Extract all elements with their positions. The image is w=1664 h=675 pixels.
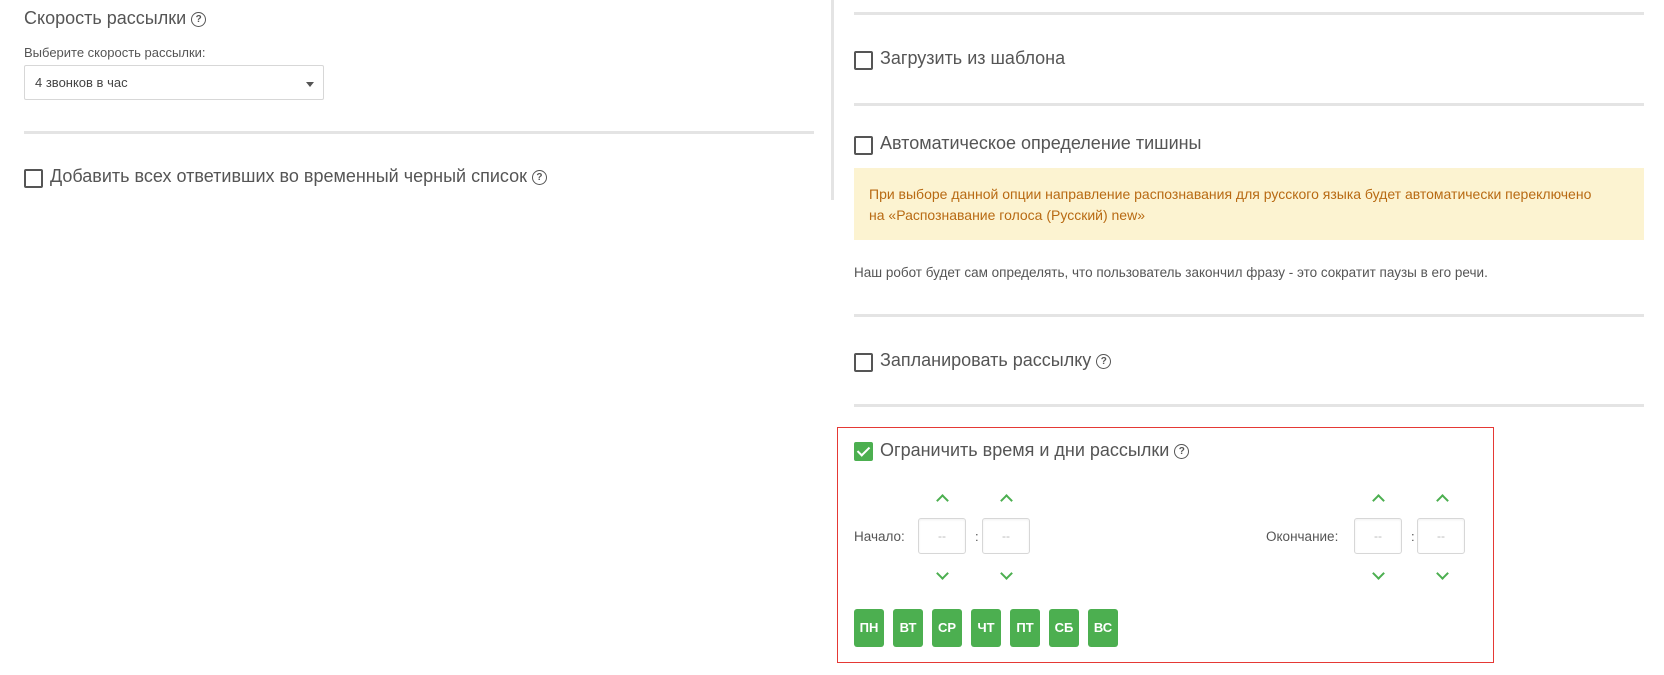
template-checkbox[interactable] (854, 51, 873, 70)
day-button-sun[interactable]: ВС (1088, 609, 1118, 647)
day-button-wed[interactable]: СР (932, 609, 962, 647)
limit-label-text[interactable]: Ограничить время и дни рассылки (880, 440, 1169, 460)
schedule-checkbox[interactable] (854, 353, 873, 372)
end-separator: : (1411, 529, 1415, 544)
help-icon[interactable]: ? (1174, 443, 1190, 459)
end-label: Окончание: (1266, 529, 1339, 544)
start-separator: : (975, 529, 979, 544)
divider (854, 103, 1644, 106)
template-label[interactable]: Загрузить из шаблона (880, 48, 1065, 69)
day-button-tue[interactable]: ВТ (893, 609, 923, 647)
day-button-thu[interactable]: ЧТ (971, 609, 1001, 647)
speed-title-text: Скорость рассылки (24, 8, 187, 28)
alert-line-1: При выборе данной опции направление расп… (869, 186, 1592, 202)
help-icon[interactable]: ? (1096, 353, 1112, 369)
help-icon[interactable]: ? (191, 11, 207, 27)
blacklist-checkbox[interactable] (24, 169, 43, 188)
end-hours-input[interactable]: -- (1354, 518, 1402, 554)
speed-select[interactable]: 4 звонков в час (24, 65, 324, 100)
speed-title: Скорость рассылки? (24, 8, 207, 29)
divider (24, 131, 814, 134)
silence-note: Наш робот будет сам определять, что поль… (854, 265, 1488, 280)
start-label: Начало: (854, 529, 905, 544)
day-button-fri[interactable]: ПТ (1010, 609, 1040, 647)
blacklist-label: Добавить всех ответивших во временный че… (50, 166, 547, 187)
limit-checkbox[interactable] (854, 442, 873, 461)
schedule-label-text[interactable]: Запланировать рассылку (880, 350, 1091, 370)
end-minutes-input[interactable]: -- (1417, 518, 1465, 554)
chevron-down-icon (306, 82, 314, 87)
schedule-label: Запланировать рассылку? (880, 350, 1112, 371)
start-hours-input[interactable]: -- (918, 518, 966, 554)
blacklist-label-text[interactable]: Добавить всех ответивших во временный че… (50, 166, 527, 186)
speed-select-label: Выберите скорость рассылки: (24, 45, 206, 60)
alert-line-2: на «Распознавание голоса (Русский) new» (869, 207, 1145, 223)
divider (854, 12, 1644, 15)
speed-select-value: 4 звонков в час (35, 75, 128, 90)
help-icon[interactable]: ? (531, 169, 547, 185)
silence-label[interactable]: Автоматическое определение тишины (880, 133, 1202, 154)
day-button-mon[interactable]: ПН (854, 609, 884, 647)
day-button-sat[interactable]: СБ (1049, 609, 1079, 647)
divider (854, 314, 1644, 317)
silence-alert: При выборе данной опции направление расп… (854, 168, 1644, 240)
column-divider (831, 0, 834, 200)
start-minutes-input[interactable]: -- (982, 518, 1030, 554)
divider (854, 404, 1644, 407)
silence-checkbox[interactable] (854, 136, 873, 155)
limit-label: Ограничить время и дни рассылки? (880, 440, 1190, 461)
